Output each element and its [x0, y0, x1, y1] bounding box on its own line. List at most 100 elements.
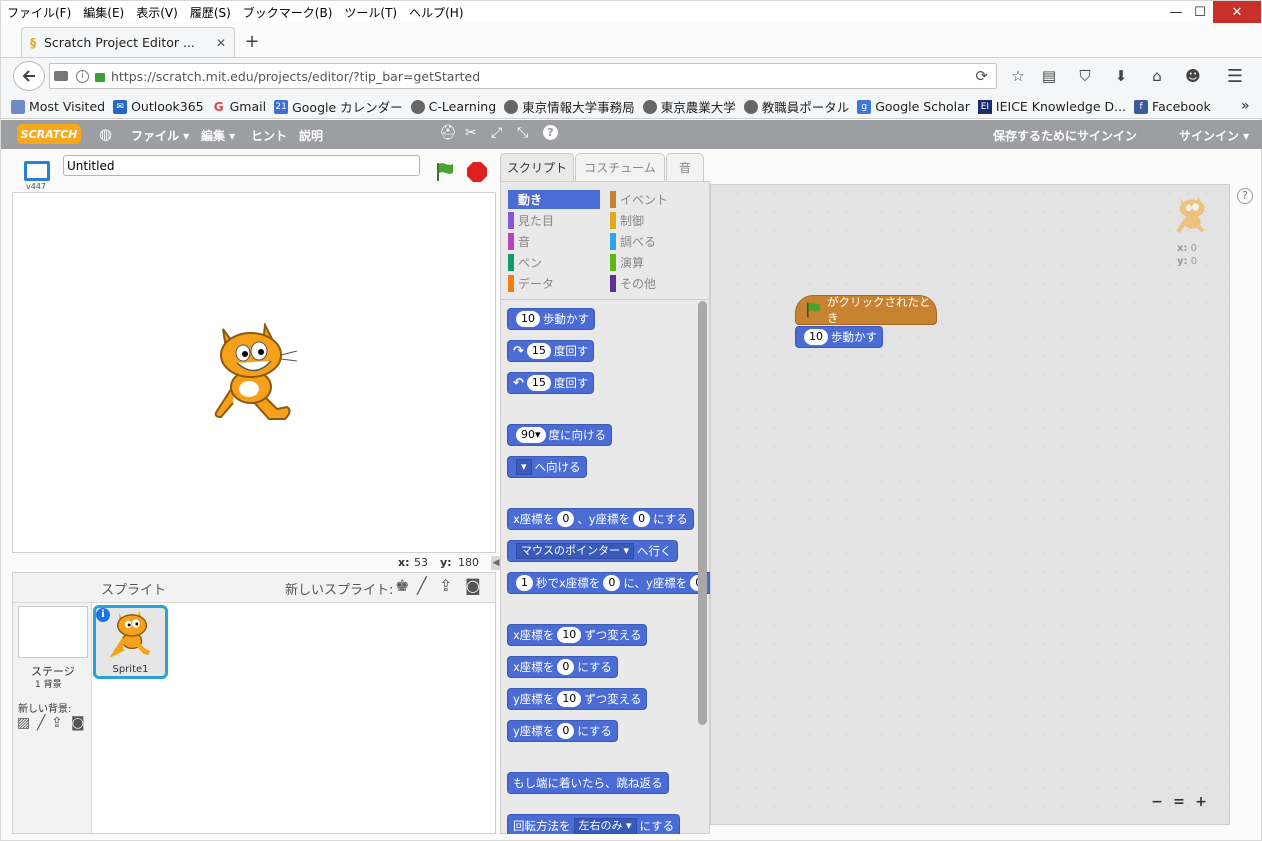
grow-icon[interactable]: ⤢	[491, 125, 502, 141]
sprite-info-icon[interactable]: i	[96, 608, 110, 622]
reading-list-icon[interactable]: ▤	[1037, 64, 1061, 88]
help-icon[interactable]: ?	[1237, 188, 1253, 204]
downloads-icon[interactable]: ⬇	[1109, 64, 1133, 88]
upload-backdrop-icon[interactable]: ⇪	[51, 715, 63, 731]
bookmark-most-visited[interactable]: Most Visited	[11, 99, 105, 114]
camera-sprite-icon[interactable]: ◙	[465, 576, 481, 595]
scratch-menu-about[interactable]: 説明	[299, 127, 323, 144]
hamburger-menu-icon[interactable]: ☰	[1223, 64, 1247, 88]
category-motion[interactable]: 動き	[508, 190, 600, 209]
bookmark-outlook365[interactable]: ✉ Outlook365	[113, 99, 204, 114]
bookmark-c-learning[interactable]: C-Learning	[410, 99, 496, 114]
paint-sprite-icon[interactable]: ╱	[417, 576, 427, 595]
scripts-area[interactable]: がクリックされたとき 10 歩動かす x: 0 y: 0 − = +	[710, 184, 1230, 825]
hello-icon[interactable]: ☻	[1181, 64, 1205, 88]
block-set-y[interactable]: y座標を 0 にする	[507, 720, 618, 742]
page-info-icon[interactable]	[54, 71, 68, 81]
zoom-reset-icon[interactable]: =	[1170, 793, 1188, 811]
category-more-blocks[interactable]: その他	[610, 274, 656, 293]
project-title-input[interactable]	[63, 155, 420, 176]
block-change-y[interactable]: y座標を 10 ずつ変える	[507, 688, 648, 710]
backdrop-library-icon[interactable]: ▨	[17, 715, 30, 731]
green-flag-icon[interactable]	[434, 161, 456, 183]
zoom-out-icon[interactable]: −	[1148, 793, 1166, 811]
bookmark-google-calendar[interactable]: 21 Google カレンダー	[274, 97, 403, 116]
category-operators[interactable]: 演算	[610, 253, 644, 272]
duplicate-stamp-icon[interactable]: ⛑	[439, 125, 457, 141]
block-bounce[interactable]: もし端に着いたら、跳ね返る	[507, 772, 669, 794]
stage-canvas[interactable]	[12, 192, 496, 553]
point-towards-dropdown[interactable]: ▾	[516, 459, 532, 475]
category-control[interactable]: 制御	[610, 211, 644, 230]
language-globe-icon[interactable]: ◍	[99, 125, 112, 143]
bookmark-tuis-office[interactable]: 東京情報大学事務局	[504, 97, 635, 116]
category-sound[interactable]: 音	[508, 232, 530, 251]
menu-history[interactable]: 履歴(S)	[184, 4, 237, 21]
upload-sprite-icon[interactable]: ⇪	[439, 576, 452, 595]
scratch-logo[interactable]: SCRATCH	[17, 124, 81, 144]
block-point-direction[interactable]: 90▾ 度に向ける	[507, 424, 613, 446]
menu-edit[interactable]: 編集(E)	[77, 4, 130, 21]
paint-backdrop-icon[interactable]: ╱	[37, 715, 45, 731]
bookmark-nodai[interactable]: 東京農業大学	[642, 97, 736, 116]
bookmark-star-icon[interactable]: ☆	[1006, 64, 1030, 88]
category-sensing[interactable]: 調べる	[610, 232, 656, 251]
palette-scrollbar[interactable]	[698, 301, 707, 725]
category-looks[interactable]: 見た目	[508, 211, 554, 230]
menu-help[interactable]: ヘルプ(H)	[403, 4, 469, 21]
bookmarks-overflow-button[interactable]: »	[1241, 98, 1250, 114]
bookmark-staff-portal[interactable]: 教職員ポータル	[743, 97, 849, 116]
url-bar[interactable]: i https://scratch.mit.edu/projects/edito…	[49, 63, 997, 89]
signin-link[interactable]: サインイン ▾	[1179, 127, 1249, 144]
close-tab-icon[interactable]: ✕	[216, 36, 226, 50]
maximize-button[interactable]: ☐	[1187, 1, 1213, 23]
tab-costumes[interactable]: コスチューム	[575, 153, 665, 181]
stop-sign-icon[interactable]	[466, 161, 488, 183]
category-events[interactable]: イベント	[610, 190, 668, 209]
bookmark-facebook[interactable]: f Facebook	[1134, 99, 1211, 114]
fullscreen-icon[interactable]	[24, 161, 50, 181]
back-button[interactable]	[13, 61, 45, 91]
close-window-button[interactable]: ✕	[1213, 1, 1261, 23]
tab-sounds[interactable]: 音	[666, 153, 704, 181]
category-pen[interactable]: ペン	[508, 253, 542, 272]
tab-scripts[interactable]: スクリプト	[500, 153, 574, 181]
menu-file[interactable]: ファイル(F)	[1, 4, 77, 21]
scratch-cat-sprite[interactable]	[205, 323, 301, 427]
pocket-icon[interactable]: ⛉	[1073, 64, 1097, 88]
bookmark-gmail[interactable]: G Gmail	[212, 99, 266, 114]
bookmark-google-scholar[interactable]: g Google Scholar	[857, 99, 970, 114]
stage-thumbnail[interactable]	[18, 606, 88, 658]
sprite-library-icon[interactable]: ♚	[395, 576, 409, 595]
block-rotation-style[interactable]: 回転方法を 左右のみ ▾ にする	[507, 814, 681, 834]
block-help-icon[interactable]: ?	[543, 125, 558, 140]
block-change-x[interactable]: x座標を 10 ずつ変える	[507, 624, 648, 646]
reload-icon[interactable]: ⟳	[975, 67, 988, 85]
block-turn-right[interactable]: ↷ 15 度回す	[507, 340, 595, 362]
sprite-thumbnail-sprite1[interactable]: i Sprite1	[93, 605, 168, 679]
block-goto-xy[interactable]: x座標を 0 、y座標を 0 にする	[507, 508, 694, 530]
block-glide[interactable]: 1秒でx座標を0に、y座標を0	[507, 572, 710, 594]
save-signin-link[interactable]: 保存するためにサインイン	[993, 127, 1137, 144]
url-text[interactable]: https://scratch.mit.edu/projects/editor/…	[111, 69, 480, 84]
new-tab-button[interactable]: +	[241, 29, 263, 53]
home-icon[interactable]: ⌂	[1145, 64, 1169, 88]
block-move-steps[interactable]: 10 歩動かす	[507, 308, 595, 330]
menu-view[interactable]: 表示(V)	[130, 4, 184, 21]
bookmark-ieice[interactable]: EI IEICE Knowledge D...	[977, 99, 1126, 114]
block-set-x[interactable]: x座標を 0 にする	[507, 656, 618, 678]
menu-bookmarks[interactable]: ブックマーク(B)	[237, 4, 339, 21]
delete-scissors-icon[interactable]: ✂	[465, 125, 477, 141]
camera-backdrop-icon[interactable]: ◙	[71, 715, 85, 731]
script-block-move-steps[interactable]: 10 歩動かす	[795, 326, 883, 348]
block-turn-left[interactable]: ↶ 15 度回す	[507, 372, 595, 394]
shrink-icon[interactable]: ⤡	[517, 125, 528, 141]
block-goto[interactable]: マウスのポインター ▾ へ行く	[507, 540, 678, 562]
block-when-flag-clicked[interactable]: がクリックされたとき	[795, 295, 937, 325]
scratch-menu-edit[interactable]: 編集 ▾	[201, 127, 235, 144]
category-data[interactable]: データ	[508, 274, 554, 293]
info-icon[interactable]: i	[76, 69, 89, 83]
tab-scratch-editor[interactable]: § Scratch Project Editor ... ✕	[21, 27, 235, 57]
block-point-towards[interactable]: ▾ へ向ける	[507, 456, 587, 478]
menu-tools[interactable]: ツール(T)	[338, 4, 403, 21]
